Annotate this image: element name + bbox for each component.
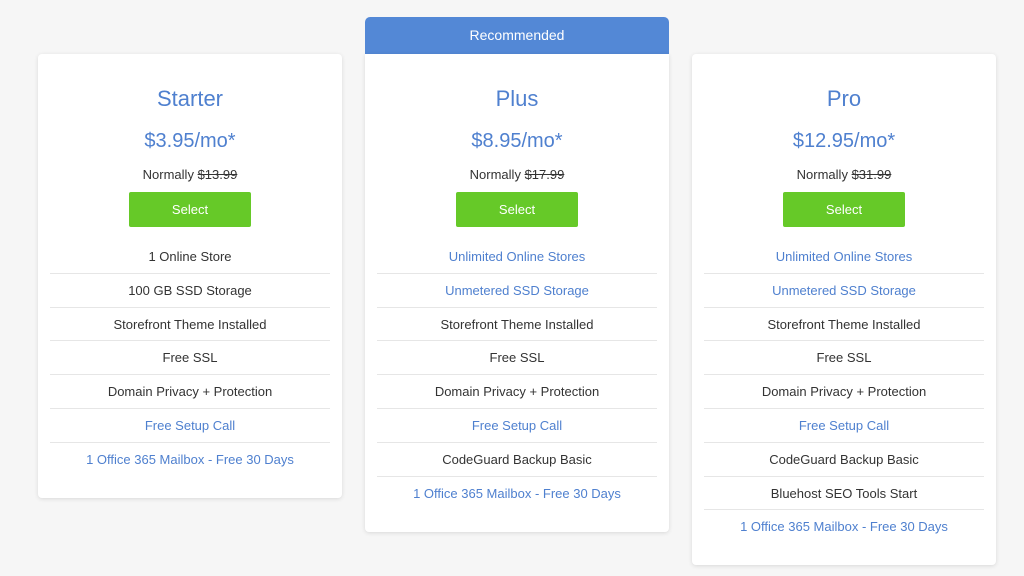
feature-item: Bluehost SEO Tools Start — [704, 477, 984, 511]
feature-item: 1 Online Store — [50, 240, 330, 274]
normal-price: $31.99 — [851, 167, 892, 182]
feature-item: 1 Office 365 Mailbox - Free 30 Days — [86, 451, 294, 467]
recommended-banner: Recommended — [365, 17, 669, 54]
feature-item: CodeGuard Backup Basic — [377, 443, 657, 477]
feature-item: Free Setup Call — [704, 409, 984, 443]
feature-item: Storefront Theme Installed — [50, 308, 330, 342]
select-button-starter[interactable]: Select — [129, 192, 251, 227]
feature-item: 1 Office 365 Mailbox - Free 30 Days — [740, 519, 948, 535]
normal-price-line: Normally $17.99 — [365, 167, 669, 182]
feature-item: Free SSL — [50, 341, 330, 376]
feature-item: CodeGuard Backup Basic — [704, 443, 984, 477]
plan-name: Pro — [826, 86, 862, 111]
feature-item: Free Setup Call — [377, 409, 657, 443]
select-button-pro[interactable]: Select — [783, 192, 905, 227]
select-button-plus[interactable]: Select — [456, 192, 578, 227]
feature-list: Unlimited Online Stores Unmetered SSD Sto… — [377, 240, 657, 510]
plan-price: $8.95/mo* — [471, 130, 563, 152]
feature-list: Unlimited Online Stores Unmetered SSD Sto… — [704, 240, 984, 544]
feature-item: 1 Office 365 Mailbox - Free 30 Days — [413, 485, 621, 501]
feature-item: Free SSL — [377, 341, 657, 376]
normally-label: Normally — [142, 167, 194, 182]
normally-label: Normally — [796, 167, 848, 182]
plan-name: Starter — [156, 86, 224, 111]
normally-label: Normally — [469, 167, 521, 182]
normal-price-line: Normally $13.99 — [38, 167, 342, 182]
feature-item: Unmetered SSD Storage — [704, 274, 984, 308]
pricing-stage: Recommended Starter $3.95/mo* Normally $… — [0, 0, 1024, 576]
plan-name: Plus — [495, 86, 539, 111]
normal-price: $17.99 — [524, 167, 565, 182]
feature-item: Storefront Theme Installed — [377, 308, 657, 342]
feature-item: Free Setup Call — [50, 409, 330, 443]
normal-price-line: Normally $31.99 — [692, 167, 996, 182]
feature-item: Free SSL — [704, 341, 984, 376]
feature-item: Unmetered SSD Storage — [377, 274, 657, 308]
plan-price: $12.95/mo* — [792, 130, 896, 152]
feature-item: Unlimited Online Stores — [704, 240, 984, 274]
feature-item: Storefront Theme Installed — [704, 308, 984, 342]
feature-item: Domain Privacy + Protection — [377, 375, 657, 409]
normal-price: $13.99 — [197, 167, 238, 182]
feature-list: 1 Online Store 100 GB SSD Storage Storefro… — [50, 240, 330, 477]
feature-item: 100 GB SSD Storage — [50, 274, 330, 308]
plan-price: $3.95/mo* — [144, 130, 236, 152]
plan-card-pro: Pro $12.95/mo* Normally $31.99 Select Un… — [692, 54, 996, 565]
plan-card-starter: Starter $3.95/mo* Normally $13.99 Select… — [38, 54, 342, 498]
plan-card-plus: Plus $8.95/mo* Normally $17.99 Select Un… — [365, 54, 669, 532]
feature-item: Domain Privacy + Protection — [704, 375, 984, 409]
feature-item: Domain Privacy + Protection — [50, 375, 330, 409]
feature-item: Unlimited Online Stores — [377, 240, 657, 274]
